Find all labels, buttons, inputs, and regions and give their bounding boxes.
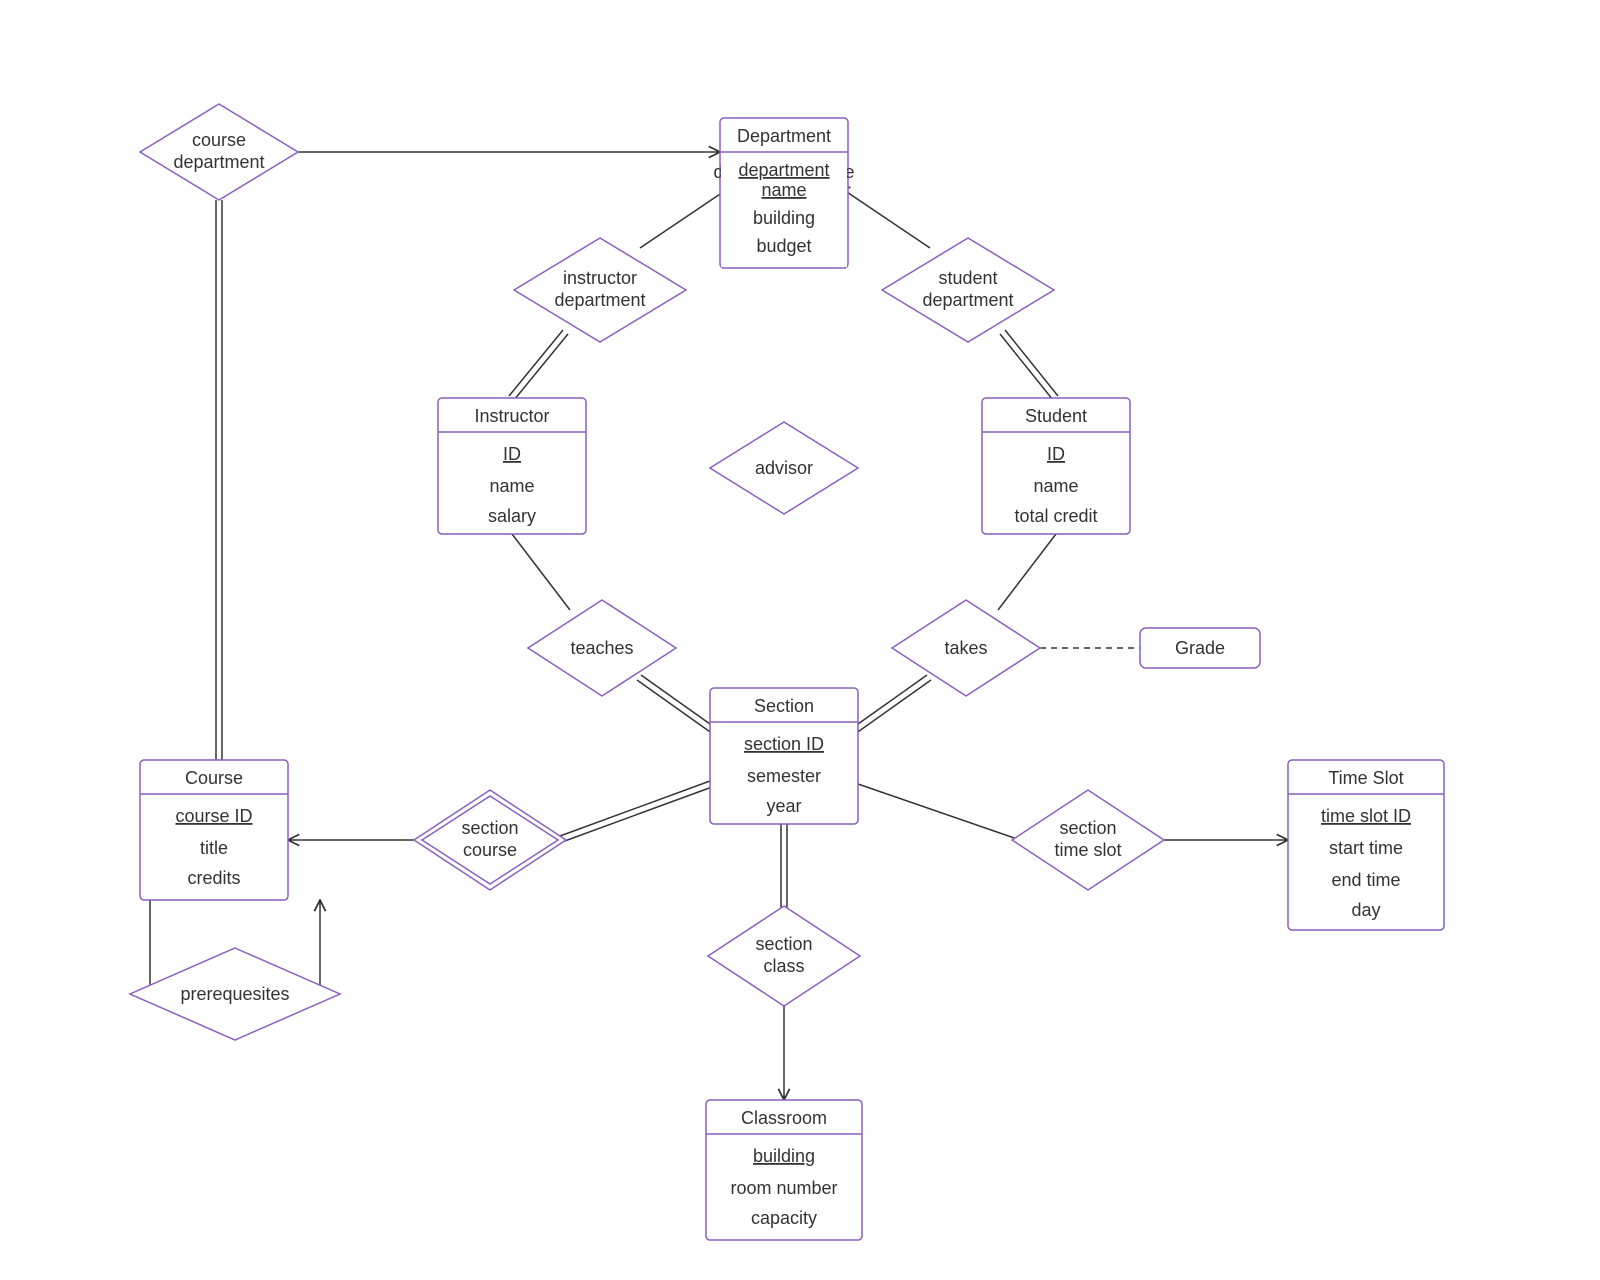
svg-text:Student: Student — [1025, 406, 1087, 426]
svg-text:start time: start time — [1329, 838, 1403, 858]
edge-student-to-takes — [998, 534, 1056, 610]
rel-student-department: student department — [882, 238, 1054, 342]
svg-text:time slot: time slot — [1054, 840, 1121, 860]
svg-text:name: name — [1033, 476, 1078, 496]
svg-text:Department: Department — [737, 126, 831, 146]
rel-section-class: section class — [708, 906, 860, 1006]
svg-text:teaches: teaches — [570, 638, 633, 658]
svg-text:name: name — [761, 180, 806, 200]
attr-grade: Grade — [1140, 628, 1260, 668]
svg-text:ID: ID — [1047, 444, 1065, 464]
svg-text:total credit: total credit — [1014, 506, 1097, 526]
svg-text:building: building — [753, 208, 815, 228]
entity-department-attrs: department name building budget — [721, 153, 847, 267]
svg-text:Section: Section — [754, 696, 814, 716]
svg-text:section: section — [461, 818, 518, 838]
svg-text:Course: Course — [185, 768, 243, 788]
svg-text:credits: credits — [187, 868, 240, 888]
svg-text:department: department — [173, 152, 264, 172]
svg-text:student: student — [938, 268, 997, 288]
svg-text:room number: room number — [730, 1178, 837, 1198]
svg-text:capacity: capacity — [751, 1208, 817, 1228]
svg-text:time slot ID: time slot ID — [1321, 806, 1411, 826]
edge-instructor-to-teaches — [512, 534, 570, 610]
svg-text:section ID: section ID — [744, 734, 824, 754]
svg-text:section: section — [755, 934, 812, 954]
entity-course: Course course ID title credits — [140, 760, 288, 900]
rel-course-department: course department — [140, 104, 298, 200]
rel-takes: takes — [892, 600, 1040, 696]
svg-text:semester: semester — [747, 766, 821, 786]
svg-text:Instructor: Instructor — [474, 406, 549, 426]
svg-text:department: department — [922, 290, 1013, 310]
svg-text:instructor: instructor — [563, 268, 637, 288]
entity-student: Student ID name total credit — [982, 398, 1130, 534]
entity-section: Section section ID semester year — [710, 688, 858, 824]
edge-section-to-seccourse-a — [560, 781, 710, 836]
svg-text:section: section — [1059, 818, 1116, 838]
entity-instructor: Instructor ID name salary — [438, 398, 586, 534]
svg-text:day: day — [1351, 900, 1380, 920]
svg-text:year: year — [766, 796, 801, 816]
svg-text:Classroom: Classroom — [741, 1108, 827, 1128]
svg-text:Grade: Grade — [1175, 638, 1225, 658]
rel-advisor: advisor — [710, 422, 858, 514]
svg-text:name: name — [489, 476, 534, 496]
entity-classroom: Classroom building room number capacity — [706, 1100, 862, 1240]
entity-timeslot: Time Slot time slot ID start time end ti… — [1288, 760, 1444, 930]
edge-section-to-seccourse-b — [562, 787, 712, 842]
svg-text:course: course — [192, 130, 246, 150]
svg-text:department: department — [554, 290, 645, 310]
svg-text:advisor: advisor — [755, 458, 813, 478]
svg-text:end time: end time — [1331, 870, 1400, 890]
edge-instructor-to-instrdept-a — [509, 330, 563, 396]
svg-text:budget: budget — [756, 236, 811, 256]
edge-instrdept-to-department — [640, 186, 732, 248]
svg-text:course: course — [463, 840, 517, 860]
svg-text:salary: salary — [488, 506, 536, 526]
svg-text:department: department — [738, 160, 829, 180]
edge-student-to-studdept-b — [1005, 330, 1058, 396]
svg-text:takes: takes — [944, 638, 987, 658]
svg-text:course ID: course ID — [175, 806, 252, 826]
edge-takes-to-section-b — [851, 675, 927, 729]
edge-takes-to-section-a — [855, 680, 931, 734]
rel-prerequisites: prerequesites — [130, 948, 340, 1040]
edge-section-to-sectimeslot — [858, 784, 1020, 840]
rel-instructor-department: instructor department — [514, 238, 686, 342]
edge-studdept-to-department — [838, 186, 930, 248]
rel-section-time-slot: section time slot — [1012, 790, 1164, 890]
svg-text:Time Slot: Time Slot — [1328, 768, 1403, 788]
edge-instructor-to-instrdept-b — [514, 334, 568, 400]
svg-text:ID: ID — [503, 444, 521, 464]
rel-section-course: section course — [414, 790, 566, 890]
svg-text:prerequesites: prerequesites — [180, 984, 289, 1004]
svg-text:class: class — [763, 956, 804, 976]
edge-teaches-to-section-a — [637, 680, 713, 734]
svg-text:title: title — [200, 838, 228, 858]
svg-text:building: building — [753, 1146, 815, 1166]
rel-teaches: teaches — [528, 600, 676, 696]
edge-teaches-to-section-b — [641, 675, 717, 729]
edge-student-to-studdept-a — [1000, 334, 1053, 400]
